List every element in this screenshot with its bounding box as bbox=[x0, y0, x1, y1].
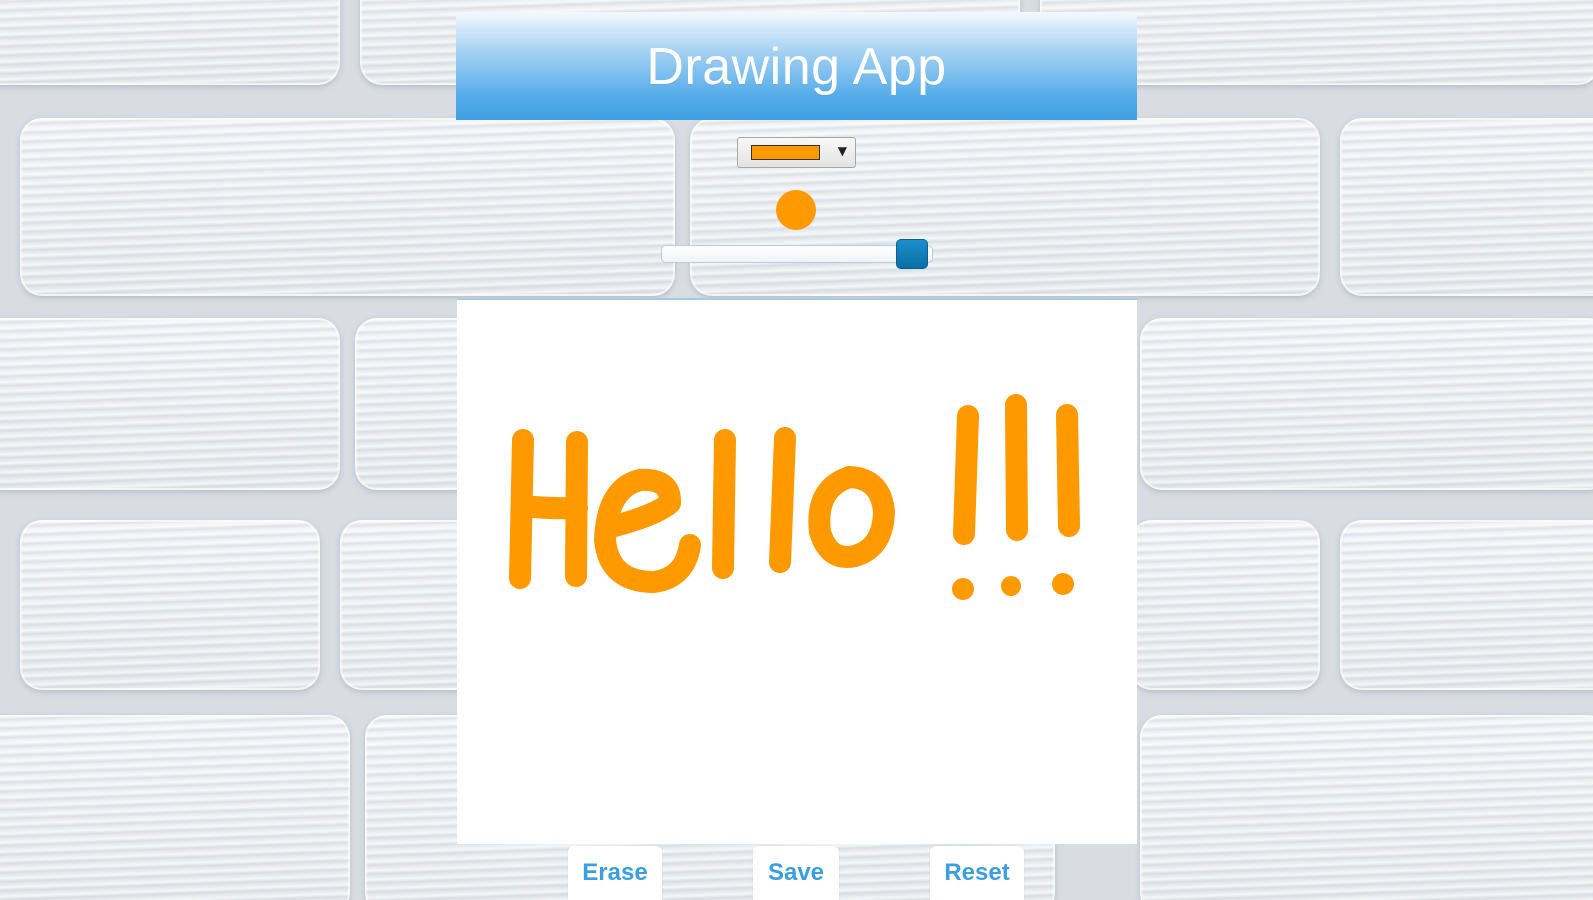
stroke-exclamation bbox=[1005, 394, 1028, 541]
stroke-letter-h bbox=[512, 495, 588, 520]
stroke-letter-e bbox=[594, 468, 701, 593]
brush-size-slider[interactable] bbox=[661, 239, 935, 269]
drawing-canvas[interactable] bbox=[457, 298, 1137, 844]
reset-button[interactable]: Reset bbox=[930, 846, 1024, 900]
canvas-drawing bbox=[509, 394, 1080, 600]
selected-color-swatch bbox=[751, 145, 820, 160]
stroke-exclamation bbox=[1056, 404, 1080, 537]
stroke-exclamation-dot bbox=[952, 578, 974, 600]
stroke-exclamation-dot bbox=[1001, 576, 1021, 596]
color-picker-dropdown[interactable]: ▼ bbox=[737, 137, 856, 168]
drawing-app: Drawing App ▼ Erase Save Reset bbox=[0, 0, 1593, 900]
stroke-letter-l bbox=[769, 427, 796, 573]
slider-handle[interactable] bbox=[896, 239, 929, 269]
stroke-exclamation bbox=[953, 405, 979, 545]
app-title: Drawing App bbox=[646, 38, 947, 96]
slider-track[interactable] bbox=[661, 245, 933, 263]
stroke-letter-o bbox=[808, 466, 895, 568]
erase-button[interactable]: Erase bbox=[568, 846, 662, 900]
stroke-letter-l bbox=[712, 429, 736, 579]
stroke-exclamation-dot bbox=[1052, 573, 1074, 595]
save-button[interactable]: Save bbox=[753, 846, 839, 900]
brush-size-preview bbox=[776, 190, 816, 230]
app-header: Drawing App bbox=[456, 12, 1137, 120]
dropdown-arrow-icon: ▼ bbox=[837, 144, 847, 158]
